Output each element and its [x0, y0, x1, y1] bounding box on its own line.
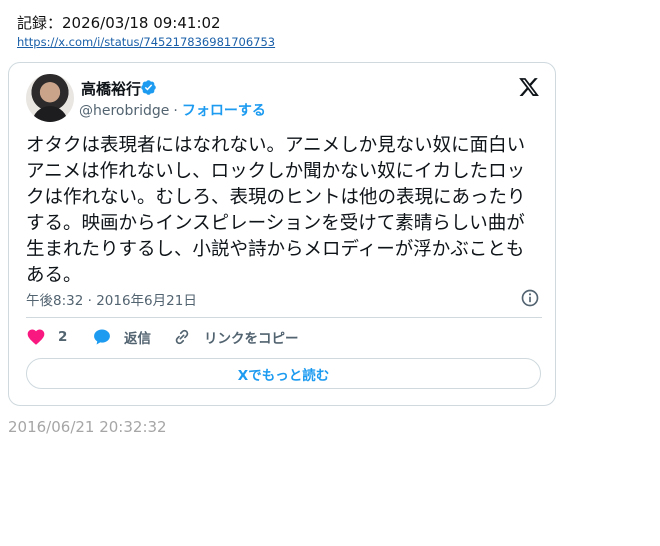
read-more-button[interactable]: Xでもっと読む	[26, 358, 541, 389]
copy-link-button[interactable]: リンクをコピー	[172, 327, 299, 347]
heart-icon	[27, 329, 45, 345]
archived-timestamp: 2016/06/21 20:32:32	[8, 418, 167, 436]
follow-link[interactable]: フォローする	[182, 103, 266, 119]
copy-link-label: リンクをコピー	[204, 331, 299, 347]
link-icon	[175, 329, 189, 345]
reply-label: 返信	[124, 331, 151, 347]
avatar[interactable]	[26, 74, 74, 122]
like-count: 2	[58, 329, 68, 345]
reply-bubble-icon	[94, 329, 110, 345]
info-icon[interactable]	[520, 288, 540, 308]
like-button[interactable]: 2	[26, 327, 67, 347]
tweet-card: 高橋裕行 @herobridge · フォローする オタクは表現者にはなれない。アニ…	[8, 62, 556, 406]
tweet-timestamp[interactable]: 午後8:32 · 2016年6月21日	[26, 289, 197, 309]
tweet-text: オタクは表現者にはなれない。アニメしか見ない奴に面白いアニメは作れないし、ロック…	[26, 135, 526, 286]
reply-button[interactable]: 返信	[92, 327, 151, 347]
author-handle[interactable]: @herobridge	[79, 103, 169, 119]
action-bar: 2 返信 リンクをコピー	[26, 327, 546, 349]
separator: ·	[173, 103, 178, 119]
author-name[interactable]: 高橋裕行	[81, 78, 141, 99]
divider	[26, 317, 542, 318]
record-timestamp: 記録：2026/03/18 09:41:02	[17, 14, 221, 32]
verified-badge-icon	[141, 80, 156, 95]
handle-line: @herobridge · フォローする	[79, 100, 266, 120]
source-url-link[interactable]: https://x.com/i/status/74521783698170675…	[17, 35, 275, 49]
x-logo-icon[interactable]	[517, 76, 541, 98]
